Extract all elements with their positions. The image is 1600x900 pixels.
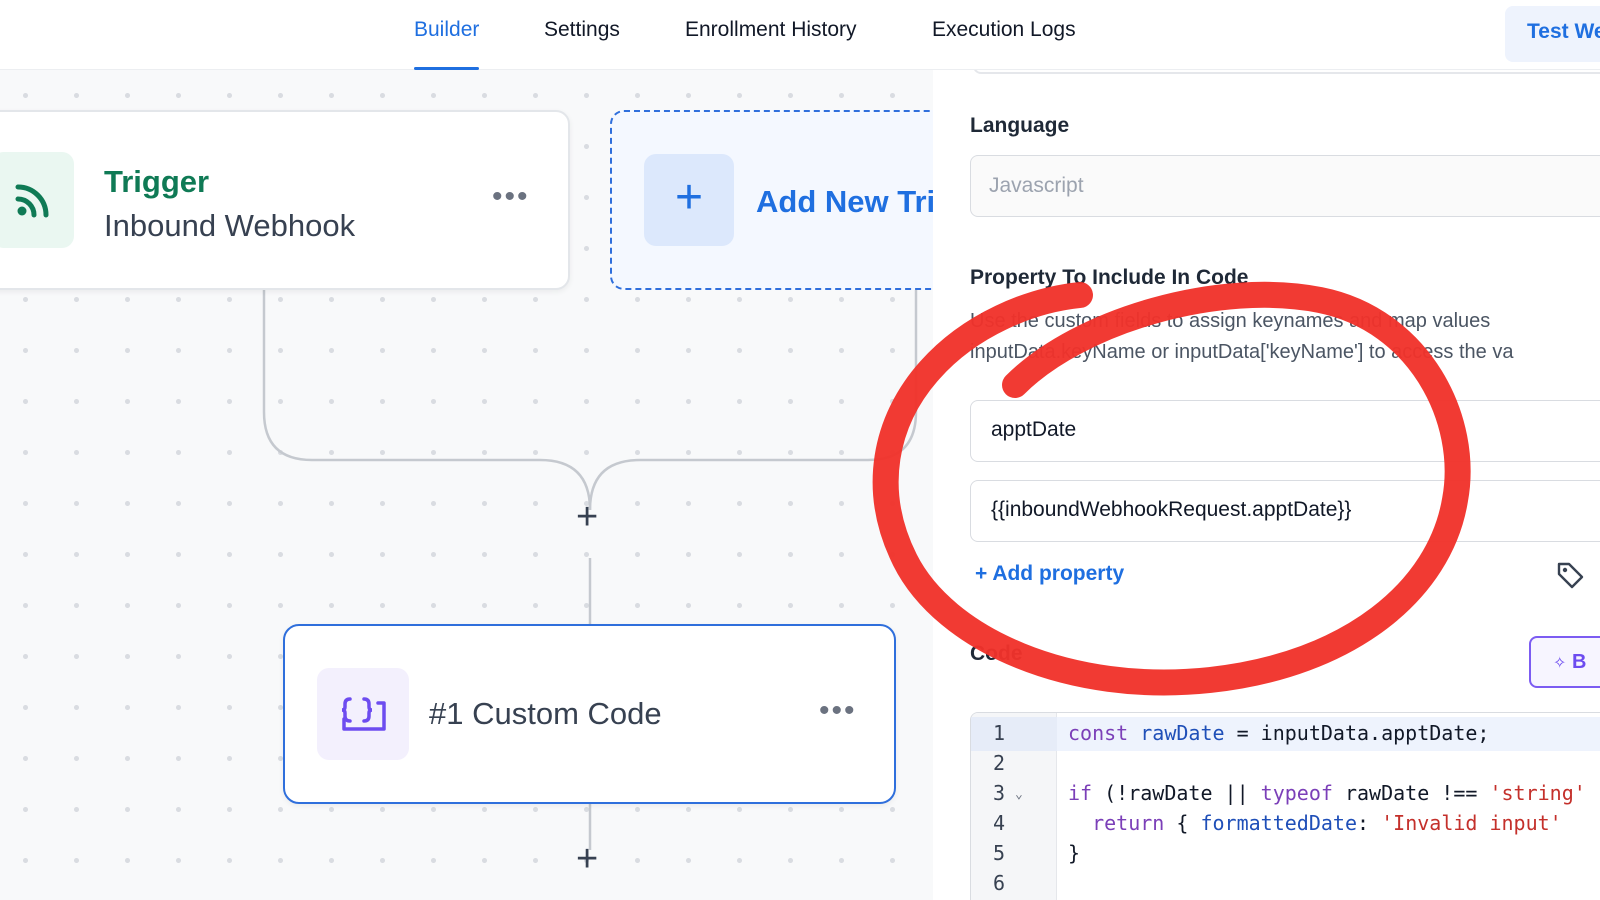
line-number: 1 [993,721,1006,745]
rss-icon [0,152,74,248]
custom-code-title: #1 Custom Code [429,696,662,731]
code-line-1: const rawDate = inputData.apptDate; [1068,721,1490,745]
tag-icon[interactable] [1555,560,1585,595]
add-trigger-node[interactable]: + Add New Tri [610,110,933,290]
ai-assist-label: B [1571,651,1587,673]
tab-settings[interactable]: Settings [544,18,620,70]
trigger-menu-button[interactable]: ••• [492,180,530,214]
sparkle-icon: ✧ [1553,655,1567,672]
tab-builder[interactable]: Builder [414,18,480,70]
trigger-subtitle: Inbound Webhook [104,208,356,243]
property-value-input[interactable]: {{inboundWebhookRequest.apptDate}} [970,480,1600,542]
property-label: Property To Include In Code [970,266,1249,289]
trigger-title: Trigger [104,164,210,199]
code-editor[interactable]: 1 2 3 ⌄ 4 5 6 const rawDate = inputData.… [970,712,1600,900]
top-nav: Builder Settings Enrollment History Exec… [0,0,1600,70]
active-line-gutter [971,717,1057,751]
add-property-button[interactable]: + Add property [975,562,1124,586]
line-number: 6 [993,871,1006,895]
language-label: Language [970,114,1070,137]
tab-enrollment-history[interactable]: Enrollment History [685,18,857,70]
property-help-text: Use the custom fields to assign keynames… [970,306,1600,368]
add-step-button-bottom[interactable]: + [576,840,598,878]
line-number: 2 [993,751,1006,775]
previous-field-edge [973,70,1600,74]
help-line-1: Use the custom fields to assign keynames… [970,310,1491,332]
code-line-4: return { formattedDate: 'Invalid input' [1092,811,1562,835]
help-line-2: inputData.keyName or inputData['keyName'… [970,341,1514,363]
line-number: 3 [993,781,1006,805]
language-select[interactable]: Javascript [970,155,1600,217]
add-trigger-label: Add New Tri [756,184,933,219]
fold-chevron-icon[interactable]: ⌄ [1015,787,1023,802]
config-panel: Language Javascript Property To Include … [933,70,1600,900]
custom-code-menu-button[interactable]: ••• [819,694,857,728]
code-braces-icon [317,668,409,760]
custom-code-node[interactable]: #1 Custom Code ••• [283,624,896,804]
line-number: 4 [993,811,1006,835]
test-workflow-button[interactable]: Test We [1505,6,1600,62]
property-key-input[interactable]: apptDate [970,400,1600,462]
workflow-canvas[interactable]: Trigger Inbound Webhook ••• + Add New Tr… [0,70,933,900]
tab-execution-logs[interactable]: Execution Logs [932,18,1076,70]
code-label: Code [970,642,1023,665]
code-line-3: if (!rawDate || typeof rawDate !== 'stri… [1068,781,1586,805]
line-number: 5 [993,841,1006,865]
add-step-button[interactable]: + [576,498,598,536]
code-line-5: } [1068,841,1081,865]
ai-assist-button[interactable]: ✧ B [1529,636,1600,688]
trigger-node[interactable]: Trigger Inbound Webhook ••• [0,110,570,290]
plus-icon: + [644,154,734,246]
